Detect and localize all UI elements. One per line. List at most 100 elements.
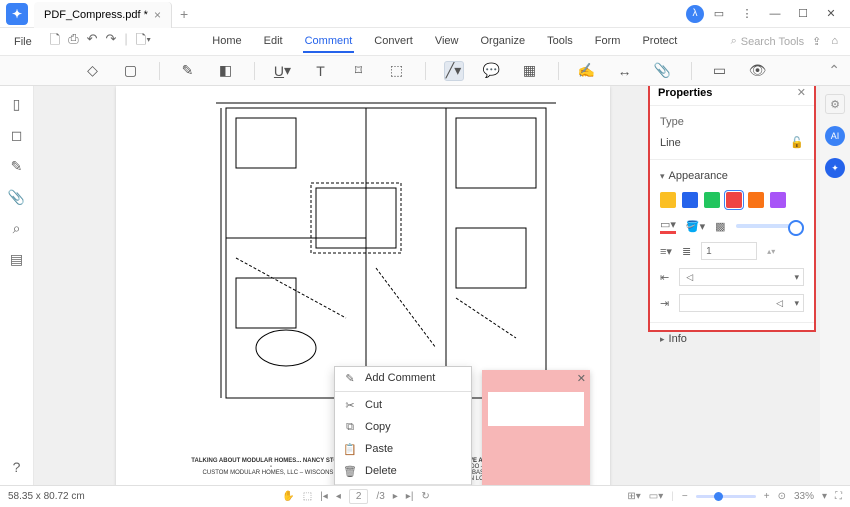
menu-organize[interactable]: Organize bbox=[478, 31, 527, 53]
menu-comment[interactable]: Comment bbox=[303, 31, 355, 53]
stroke-color-icon[interactable]: ▭▾ bbox=[660, 218, 676, 234]
start-arrow-icon[interactable]: ⇤ bbox=[660, 271, 669, 284]
redo-icon[interactable]: ↷ bbox=[106, 31, 117, 53]
end-arrow-icon[interactable]: ⇥ bbox=[660, 297, 669, 310]
select-tool-icon[interactable]: ⬚ bbox=[303, 491, 312, 502]
area-highlight-tool[interactable]: ▢ bbox=[121, 61, 141, 81]
help-icon[interactable]: ? bbox=[13, 459, 21, 475]
swatch-yellow[interactable] bbox=[660, 192, 676, 208]
search-tools[interactable]: ⌕ Search Tools bbox=[731, 35, 813, 48]
swatch-purple[interactable] bbox=[770, 192, 786, 208]
sticky-note-popup[interactable]: ✕ bbox=[482, 370, 590, 485]
menu-form[interactable]: Form bbox=[593, 31, 623, 53]
menu-view[interactable]: View bbox=[433, 31, 461, 53]
home-icon[interactable]: ⌂ bbox=[831, 35, 838, 48]
fit-width-icon[interactable]: ⊞▾ bbox=[627, 491, 640, 502]
underline-tool[interactable]: U▾ bbox=[273, 61, 293, 81]
document-tab[interactable]: PDF_Compress.pdf * × bbox=[34, 2, 172, 28]
collapse-toolbar-icon[interactable]: ⌃ bbox=[828, 62, 840, 79]
ctx-copy[interactable]: ⧉Copy bbox=[335, 416, 471, 438]
more-icon[interactable]: ⋮ bbox=[734, 3, 760, 25]
line-style-icon[interactable]: ≡▾ bbox=[660, 245, 672, 258]
text-tool[interactable]: T bbox=[311, 61, 331, 81]
note-text-area[interactable] bbox=[488, 392, 584, 426]
zoom-out-icon[interactable]: − bbox=[682, 491, 688, 502]
menu-protect[interactable]: Protect bbox=[640, 31, 679, 53]
menu-convert[interactable]: Convert bbox=[372, 31, 415, 53]
fit-page-icon[interactable]: ▭▾ bbox=[649, 491, 663, 502]
hide-tool[interactable]: ▭ bbox=[710, 61, 730, 81]
ctx-paste[interactable]: 📋Paste bbox=[335, 438, 471, 460]
minimize-button[interactable]: — bbox=[762, 3, 788, 25]
ctx-add-comment[interactable]: ✎Add Comment bbox=[335, 367, 471, 389]
search-panel-icon[interactable]: ⌕ bbox=[13, 220, 21, 237]
line-tool[interactable]: ╱▾ bbox=[444, 61, 464, 81]
maximize-button[interactable]: ☐ bbox=[790, 3, 816, 25]
ctx-delete[interactable]: 🗑Delete bbox=[335, 460, 471, 482]
print-icon[interactable]: ⎙ bbox=[68, 31, 78, 53]
menu-home[interactable]: Home bbox=[210, 31, 243, 53]
swatch-red[interactable] bbox=[726, 192, 742, 208]
page-input[interactable]: 2 bbox=[349, 489, 369, 504]
line-weight-icon[interactable]: ≣ bbox=[682, 245, 691, 258]
ai-icon[interactable]: AI bbox=[825, 126, 845, 146]
menu-edit[interactable]: Edit bbox=[262, 31, 285, 53]
stepper-icon[interactable]: ▴▾ bbox=[767, 247, 775, 256]
last-page-icon[interactable]: ▸| bbox=[406, 491, 414, 502]
qat-more-icon[interactable]: 🗋▾ bbox=[136, 31, 151, 53]
info-header[interactable]: ▸Info bbox=[660, 329, 804, 349]
fullscreen-icon[interactable]: ⛶ bbox=[835, 491, 842, 502]
undo-icon[interactable]: ↶ bbox=[87, 31, 98, 53]
file-menu[interactable]: File bbox=[4, 36, 42, 48]
comments-icon[interactable]: ✎ bbox=[11, 158, 23, 175]
note-tool[interactable]: 💬 bbox=[482, 61, 502, 81]
swatch-green[interactable] bbox=[704, 192, 720, 208]
close-tab-icon[interactable]: × bbox=[154, 8, 161, 22]
stamp-tool[interactable]: ▦ bbox=[520, 61, 540, 81]
thickness-input[interactable]: 1 bbox=[701, 242, 757, 260]
reflow-icon[interactable]: ↻ bbox=[421, 491, 429, 502]
next-page-icon[interactable]: ▸ bbox=[393, 491, 398, 502]
fill-color-icon[interactable]: 🪣▾ bbox=[686, 220, 705, 233]
attachments-icon[interactable]: 📎 bbox=[8, 189, 25, 206]
pencil-tool[interactable]: ✎ bbox=[178, 61, 198, 81]
show-comments-tool[interactable]: 👁 bbox=[748, 61, 768, 81]
user-badge[interactable]: λ bbox=[686, 5, 704, 23]
app-menu-icon[interactable]: ▭ bbox=[706, 3, 732, 25]
menu-tools[interactable]: Tools bbox=[545, 31, 575, 53]
textbox-tool[interactable]: ⌑ bbox=[349, 61, 369, 81]
lock-icon[interactable]: 🔓 bbox=[790, 136, 804, 149]
zoom-dropdown-icon[interactable]: ▾ bbox=[822, 491, 827, 502]
opacity-icon[interactable]: ▩ bbox=[715, 220, 725, 233]
eraser-tool[interactable]: ◧ bbox=[216, 61, 236, 81]
swatch-blue[interactable] bbox=[682, 192, 698, 208]
save-icon[interactable]: 🗋 bbox=[50, 31, 60, 53]
callout-tool[interactable]: ⬚ bbox=[387, 61, 407, 81]
appearance-header[interactable]: ▾Appearance bbox=[660, 166, 804, 186]
zoom-in-icon[interactable]: + bbox=[764, 491, 770, 502]
ctx-cut[interactable]: ✂Cut bbox=[335, 394, 471, 416]
bookmarks-icon[interactable]: ◻ bbox=[11, 127, 23, 144]
thumbnails-icon[interactable]: ▯ bbox=[13, 96, 21, 113]
attachment-tool[interactable]: 📎 bbox=[653, 61, 673, 81]
prev-page-icon[interactable]: ◂ bbox=[336, 491, 341, 502]
ai-chat-icon[interactable]: ✦ bbox=[825, 158, 845, 178]
zoom-slider[interactable] bbox=[696, 495, 756, 498]
swatch-orange[interactable] bbox=[748, 192, 764, 208]
new-tab-button[interactable]: + bbox=[172, 6, 196, 22]
panel-toggle-icon[interactable]: ⚙ bbox=[825, 94, 845, 114]
signature-tool[interactable]: ✍ bbox=[577, 61, 597, 81]
note-close-icon[interactable]: ✕ bbox=[577, 372, 586, 388]
distance-tool[interactable]: ↔ bbox=[615, 61, 635, 81]
upload-icon[interactable]: ⇪ bbox=[812, 35, 821, 48]
first-page-icon[interactable]: |◂ bbox=[320, 491, 328, 502]
properties-close-icon[interactable]: ✕ bbox=[797, 86, 806, 99]
close-window-button[interactable]: ✕ bbox=[818, 3, 844, 25]
hand-tool-icon[interactable]: ✋ bbox=[282, 491, 294, 502]
opacity-slider[interactable] bbox=[736, 224, 804, 228]
canvas[interactable]: ⟳ A SENSE O bbox=[34, 86, 820, 485]
start-style-select[interactable]: ◁▾ bbox=[679, 268, 804, 286]
highlight-tool[interactable]: ◇ bbox=[83, 61, 103, 81]
zoom-fit-icon[interactable]: ⊙ bbox=[778, 491, 786, 502]
end-style-select[interactable]: ◁▾ bbox=[679, 294, 804, 312]
